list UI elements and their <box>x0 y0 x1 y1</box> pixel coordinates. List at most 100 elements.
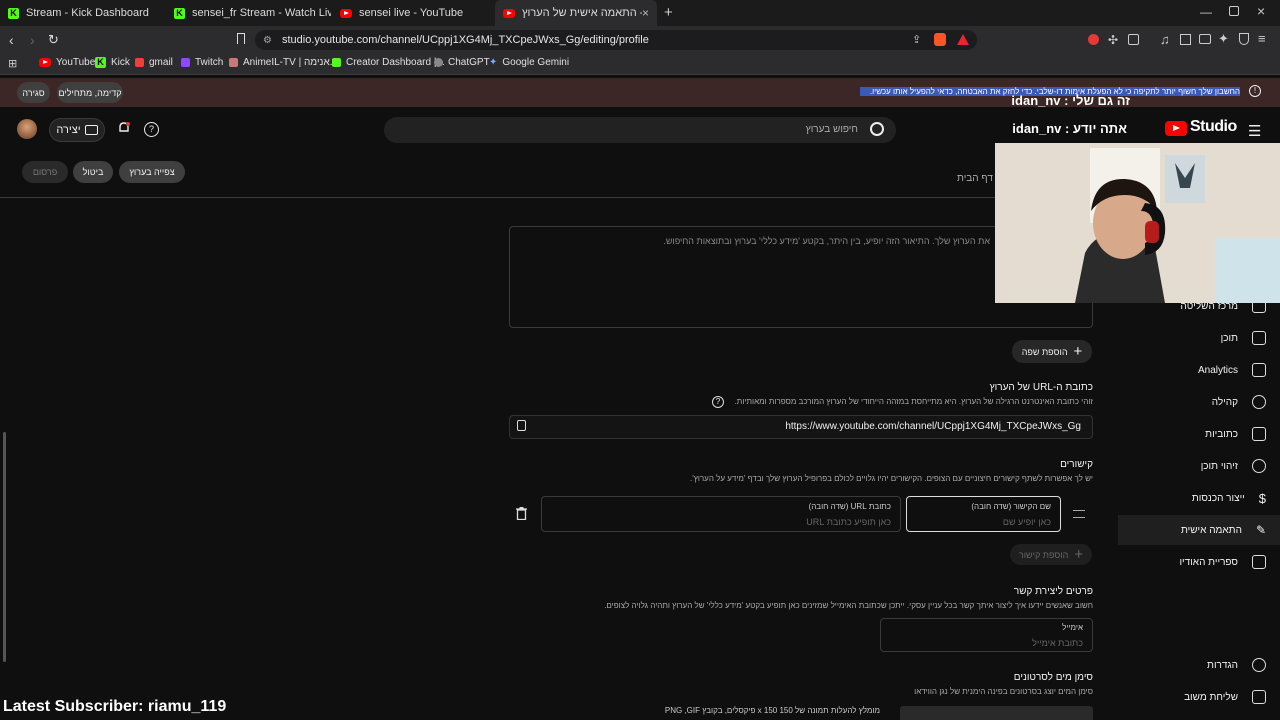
apps-grid-icon[interactable]: ⊞ <box>8 57 17 70</box>
bookmark-youtube[interactable]: YouTube <box>39 57 95 68</box>
banner-close-button[interactable]: סגירה <box>17 82 50 103</box>
add-link-button[interactable]: הוספת קישור + <box>1010 544 1092 565</box>
bookmark-gmail[interactable]: gmail <box>135 57 173 68</box>
help-icon[interactable]: ? <box>144 122 159 137</box>
channel-url-text: https://www.youtube.com/channel/UCppj1XG… <box>785 421 1081 432</box>
delete-icon[interactable] <box>516 507 527 520</box>
brave-shields-icon[interactable] <box>934 33 946 46</box>
video-camera-icon <box>84 125 98 135</box>
overlay-text: אתה יודע : idan_nv <box>1012 121 1127 136</box>
bookmark-label: Twitch <box>195 57 224 68</box>
contact-section-desc: חשוב שאנשים יידעו איך ליצור איתך קשר בכל… <box>604 601 1093 610</box>
banner-continue-button[interactable]: קדימה, מתחילים <box>57 82 123 103</box>
bookmark-icon[interactable] <box>237 33 245 44</box>
browser-tab-active[interactable]: התאמה אישית של הערוץ - YouTube Studio × <box>495 0 657 26</box>
close-window-icon[interactable]: × <box>1257 3 1265 19</box>
link-name-label: שם הקישור (שדה חובה) <box>971 502 1051 511</box>
sidebar-item-analytics[interactable]: Analytics <box>1108 355 1266 385</box>
menu-icon[interactable]: ≡ <box>1258 31 1266 46</box>
browser-tab[interactable]: sensei live - YouTube <box>332 0 492 26</box>
url-text: studio.youtube.com/channel/UCppj1XG4Mj_T… <box>282 34 649 46</box>
watermark-hint: מומלץ להעלות תמונה של 150 x 150 פיקסלים,… <box>664 706 880 715</box>
bookmark-animeil[interactable]: AnimeIL-TV | אנימה... <box>229 57 338 68</box>
create-button[interactable]: יצירה <box>49 118 105 142</box>
bookmark-label: Google Gemini <box>502 57 570 68</box>
new-tab-icon[interactable]: + <box>664 4 673 21</box>
sidebar-item-label: התאמה אישית <box>1180 524 1242 536</box>
chatgpt-icon <box>434 58 443 67</box>
sidebar-item-content[interactable]: תוכן <box>1108 323 1266 353</box>
leo-ai-icon[interactable]: ✦ <box>1218 31 1229 47</box>
animeil-icon <box>229 58 238 67</box>
close-tab-icon[interactable]: × <box>642 6 649 20</box>
gmail-icon <box>135 58 144 67</box>
help-icon[interactable]: ? <box>712 396 724 408</box>
reload-icon[interactable]: ↻ <box>48 32 59 48</box>
audio-library-icon <box>1252 555 1266 569</box>
minimize-icon[interactable]: — <box>1200 5 1212 19</box>
youtube-icon <box>503 8 515 18</box>
alert-icon: ! <box>1249 85 1261 97</box>
avatar[interactable] <box>17 119 37 139</box>
youtube-icon <box>39 58 51 67</box>
maximize-icon[interactable] <box>1229 6 1239 16</box>
site-info-icon[interactable]: ⚙ <box>263 35 272 46</box>
sidebar-item-audio-library[interactable]: ספריית האודיו <box>1108 547 1266 577</box>
browser-tab[interactable]: K sensei_fr Stream - Watch Live on Kick <box>166 0 331 26</box>
drag-handle-icon[interactable] <box>1073 510 1085 518</box>
notifications-icon[interactable] <box>117 121 131 135</box>
media-icon[interactable]: ♫ <box>1160 32 1170 47</box>
sidebar-item-settings[interactable]: הגדרות <box>1108 650 1266 680</box>
sidebar-item-copyright[interactable]: זיהוי תוכן <box>1108 451 1266 481</box>
bookmark-chatgpt[interactable]: ChatGPT <box>434 57 490 68</box>
create-label: יצירה <box>56 124 81 136</box>
brave-rewards-icon[interactable] <box>957 34 969 45</box>
screenshot-icon[interactable] <box>1128 34 1139 45</box>
add-language-button[interactable]: הוספת שפה + <box>1012 340 1092 363</box>
sidebar-toggle-icon[interactable] <box>1180 34 1191 45</box>
copy-icon[interactable] <box>517 420 526 431</box>
forward-icon[interactable]: › <box>30 32 35 48</box>
divider <box>0 197 1110 198</box>
bookmark-label: Creator Dashboard |... <box>346 57 445 68</box>
studio-logo-text[interactable]: Studio <box>1190 118 1237 136</box>
bookmark-twitch[interactable]: Twitch <box>181 57 223 68</box>
bookmark-creator-dashboard[interactable]: Creator Dashboard |... <box>332 57 445 68</box>
kick-icon <box>332 58 341 67</box>
sidebar-item-community[interactable]: קהילה <box>1108 387 1266 417</box>
youtube-logo-icon[interactable] <box>1165 121 1187 136</box>
share-icon[interactable]: ⇪ <box>912 33 921 46</box>
sidebar-item-feedback[interactable]: שליחת משוב <box>1108 682 1266 712</box>
bookmark-kick[interactable]: K Kick <box>95 57 130 68</box>
tab-title: sensei live - YouTube <box>359 7 464 19</box>
sidebar-item-label: כתוביות <box>1205 428 1238 440</box>
cancel-button[interactable]: ביטול <box>73 161 113 183</box>
wallet-icon[interactable] <box>1199 34 1211 44</box>
sidebar-item-customization[interactable]: התאמה אישית ✎ <box>1118 515 1280 545</box>
bookmark-gemini[interactable]: ✦ Google Gemini <box>489 57 569 68</box>
extensions-puzzle-icon[interactable]: ✣ <box>1108 33 1118 47</box>
bookmark-label: AnimeIL-TV | אנימה... <box>243 57 338 68</box>
sidebar-item-label: זיהוי תוכן <box>1200 460 1238 472</box>
browser-tab[interactable]: K Stream - Kick Dashboard <box>0 0 165 26</box>
bookmark-label: ChatGPT <box>448 57 490 68</box>
search-icon[interactable] <box>870 122 884 136</box>
vpn-icon[interactable] <box>1239 33 1249 45</box>
view-channel-button[interactable]: צפייה בערוץ <box>119 161 185 183</box>
scrollbar[interactable] <box>3 432 6 662</box>
hamburger-menu-icon[interactable]: ☰ <box>1248 122 1261 140</box>
link-url-placeholder: כאן תופיע כתובת URL <box>806 517 891 527</box>
sidebar-item-subtitles[interactable]: כתוביות <box>1108 419 1266 449</box>
latest-subscriber-text: Latest Subscriber: riamu_119 <box>3 698 227 715</box>
back-icon[interactable]: ‹ <box>9 32 14 48</box>
publish-button[interactable]: פרסום <box>22 161 68 183</box>
customization-icon: ✎ <box>1255 523 1266 537</box>
tab-home[interactable]: דף הבית <box>957 173 993 184</box>
copyright-icon <box>1252 459 1266 473</box>
monetization-icon: $ <box>1258 490 1266 506</box>
plus-icon: + <box>1073 343 1083 360</box>
sidebar-item-label: ייצור הכנסות <box>1191 492 1245 504</box>
extension-icon[interactable] <box>1088 34 1099 45</box>
tab-title: התאמה אישית של הערוץ - YouTube Studio <box>522 7 642 19</box>
sidebar-item-monetization[interactable]: ייצור הכנסות $ <box>1108 483 1266 513</box>
